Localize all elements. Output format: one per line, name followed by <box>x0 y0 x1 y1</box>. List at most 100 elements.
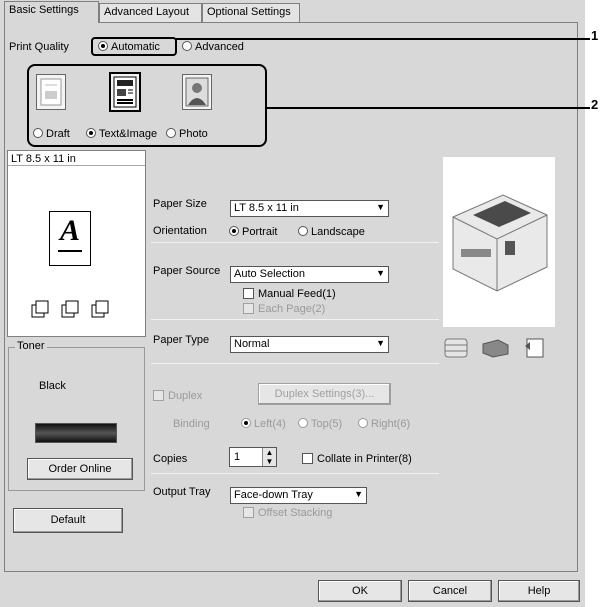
landscape-radio-dot <box>298 226 308 236</box>
orientation-label: Orientation <box>153 225 207 237</box>
photo-radio[interactable]: Photo <box>166 128 208 140</box>
preview-line <box>58 250 82 252</box>
tray-icon[interactable] <box>478 336 513 360</box>
default-button[interactable]: Default <box>13 508 123 533</box>
photo-radio-label: Photo <box>179 128 208 140</box>
database-icon[interactable] <box>439 336 474 360</box>
help-button[interactable]: Help <box>498 580 580 602</box>
offset-stacking-check <box>243 507 254 518</box>
collate-check <box>302 453 313 464</box>
portrait-radio[interactable]: Portrait <box>229 226 277 238</box>
separator <box>151 319 439 320</box>
paper-preview: LT 8.5 x 11 in A <box>7 150 146 337</box>
copies-label: Copies <box>153 453 188 465</box>
collate-checkbox[interactable]: Collate in Printer(8) <box>302 453 412 465</box>
each-page-check <box>243 303 254 314</box>
callout-line-2 <box>266 107 590 109</box>
order-online-button[interactable]: Order Online <box>27 458 133 480</box>
manual-feed-label: Manual Feed(1) <box>258 288 336 300</box>
preview-paper-label: LT 8.5 x 11 in <box>11 153 76 165</box>
tab-advanced-layout[interactable]: Advanced Layout <box>99 3 202 22</box>
paper-type-select[interactable]: Normal ▼ <box>230 336 389 353</box>
paper-size-value: LT 8.5 x 11 in <box>234 202 299 214</box>
callout-line-1 <box>176 38 590 40</box>
paper-type-value: Normal <box>234 338 270 350</box>
duplex-checkbox[interactable]: Duplex <box>153 390 202 402</box>
preview-divider <box>8 165 145 166</box>
toner-group-label: Toner <box>15 340 47 352</box>
offset-stacking-label: Offset Stacking <box>258 507 333 519</box>
draft-icon[interactable] <box>36 74 66 110</box>
advanced-radio[interactable]: Advanced <box>182 41 244 53</box>
callout-number-2: 2 <box>591 97 599 112</box>
text-image-icon[interactable] <box>109 72 141 112</box>
pages-per-sheet-icons <box>30 299 120 319</box>
tab-basic-settings[interactable]: Basic Settings <box>4 1 99 23</box>
text-image-radio-label: Text&Image <box>99 128 158 140</box>
binding-right-label: Right(6) <box>371 418 411 430</box>
binding-label: Binding <box>173 418 210 430</box>
binding-top-dot <box>298 418 308 428</box>
stepper-arrows-icon[interactable]: ▲ ▼ <box>262 448 276 466</box>
text-image-radio[interactable]: Text&Image <box>86 128 157 140</box>
automatic-radio[interactable]: Automatic <box>98 41 160 53</box>
photo-radio-dot <box>166 128 176 138</box>
paper-source-value: Auto Selection <box>234 268 305 280</box>
paper-size-label: Paper Size <box>153 198 207 210</box>
binding-left-dot <box>241 418 251 428</box>
copies-stepper[interactable]: 1 ▲ ▼ <box>229 447 277 467</box>
preview-page: A <box>49 211 91 266</box>
chevron-down-icon: ▼ <box>376 338 385 348</box>
portrait-radio-label: Portrait <box>242 226 278 238</box>
photo-icon[interactable] <box>182 74 212 110</box>
draft-radio-dot <box>33 128 43 138</box>
offset-stacking-checkbox[interactable]: Offset Stacking <box>243 507 332 519</box>
basic-settings-panel: Print Quality Automatic Advanced Draft T… <box>4 22 578 572</box>
page-settings-icon[interactable] <box>517 336 552 360</box>
landscape-radio[interactable]: Landscape <box>298 226 365 238</box>
separator <box>151 473 439 474</box>
advanced-radio-dot <box>182 41 192 51</box>
copies-value: 1 <box>234 451 241 463</box>
binding-top-radio[interactable]: Top(5) <box>298 418 342 430</box>
manual-feed-check <box>243 288 254 299</box>
output-tray-select[interactable]: Face-down Tray ▼ <box>230 487 367 504</box>
binding-right-radio[interactable]: Right(6) <box>358 418 410 430</box>
binding-left-label: Left(4) <box>254 418 286 430</box>
binding-left-radio[interactable]: Left(4) <box>241 418 286 430</box>
paper-source-label: Paper Source <box>153 265 221 277</box>
toner-level-bar <box>35 423 117 443</box>
manual-feed-checkbox[interactable]: Manual Feed(1) <box>243 288 336 300</box>
paper-source-select[interactable]: Auto Selection ▼ <box>230 266 389 283</box>
paper-size-select[interactable]: LT 8.5 x 11 in ▼ <box>230 200 389 217</box>
each-page-checkbox[interactable]: Each Page(2) <box>243 303 325 315</box>
landscape-radio-label: Landscape <box>311 226 365 238</box>
draft-radio-label: Draft <box>46 128 70 140</box>
draft-radio[interactable]: Draft <box>33 128 70 140</box>
output-tray-label: Output Tray <box>153 486 211 498</box>
printer-icon <box>443 157 555 327</box>
print-quality-label: Print Quality <box>9 41 69 53</box>
binding-top-label: Top(5) <box>311 418 343 430</box>
automatic-radio-dot <box>98 41 108 51</box>
each-page-label: Each Page(2) <box>258 303 326 315</box>
duplex-settings-button[interactable]: Duplex Settings(3)... <box>258 383 391 405</box>
duplex-label: Duplex <box>168 390 203 402</box>
cancel-button[interactable]: Cancel <box>408 580 492 602</box>
preview-letter: A <box>59 214 80 247</box>
output-tray-value: Face-down Tray <box>234 489 313 501</box>
toner-color-label: Black <box>39 380 66 392</box>
callout-number-1: 1 <box>591 28 599 43</box>
collate-label: Collate in Printer(8) <box>317 453 412 465</box>
tab-optional-settings[interactable]: Optional Settings <box>202 3 300 22</box>
automatic-radio-label: Automatic <box>111 41 160 53</box>
ok-button[interactable]: OK <box>318 580 402 602</box>
chevron-down-icon: ▼ <box>376 268 385 278</box>
text-image-radio-dot <box>86 128 96 138</box>
chevron-down-icon: ▼ <box>376 202 385 212</box>
paper-type-label: Paper Type <box>153 334 210 346</box>
separator <box>151 242 439 243</box>
advanced-radio-label: Advanced <box>195 41 244 53</box>
duplex-check <box>153 390 164 401</box>
printer-properties-dialog: Basic Settings Advanced Layout Optional … <box>0 0 585 607</box>
